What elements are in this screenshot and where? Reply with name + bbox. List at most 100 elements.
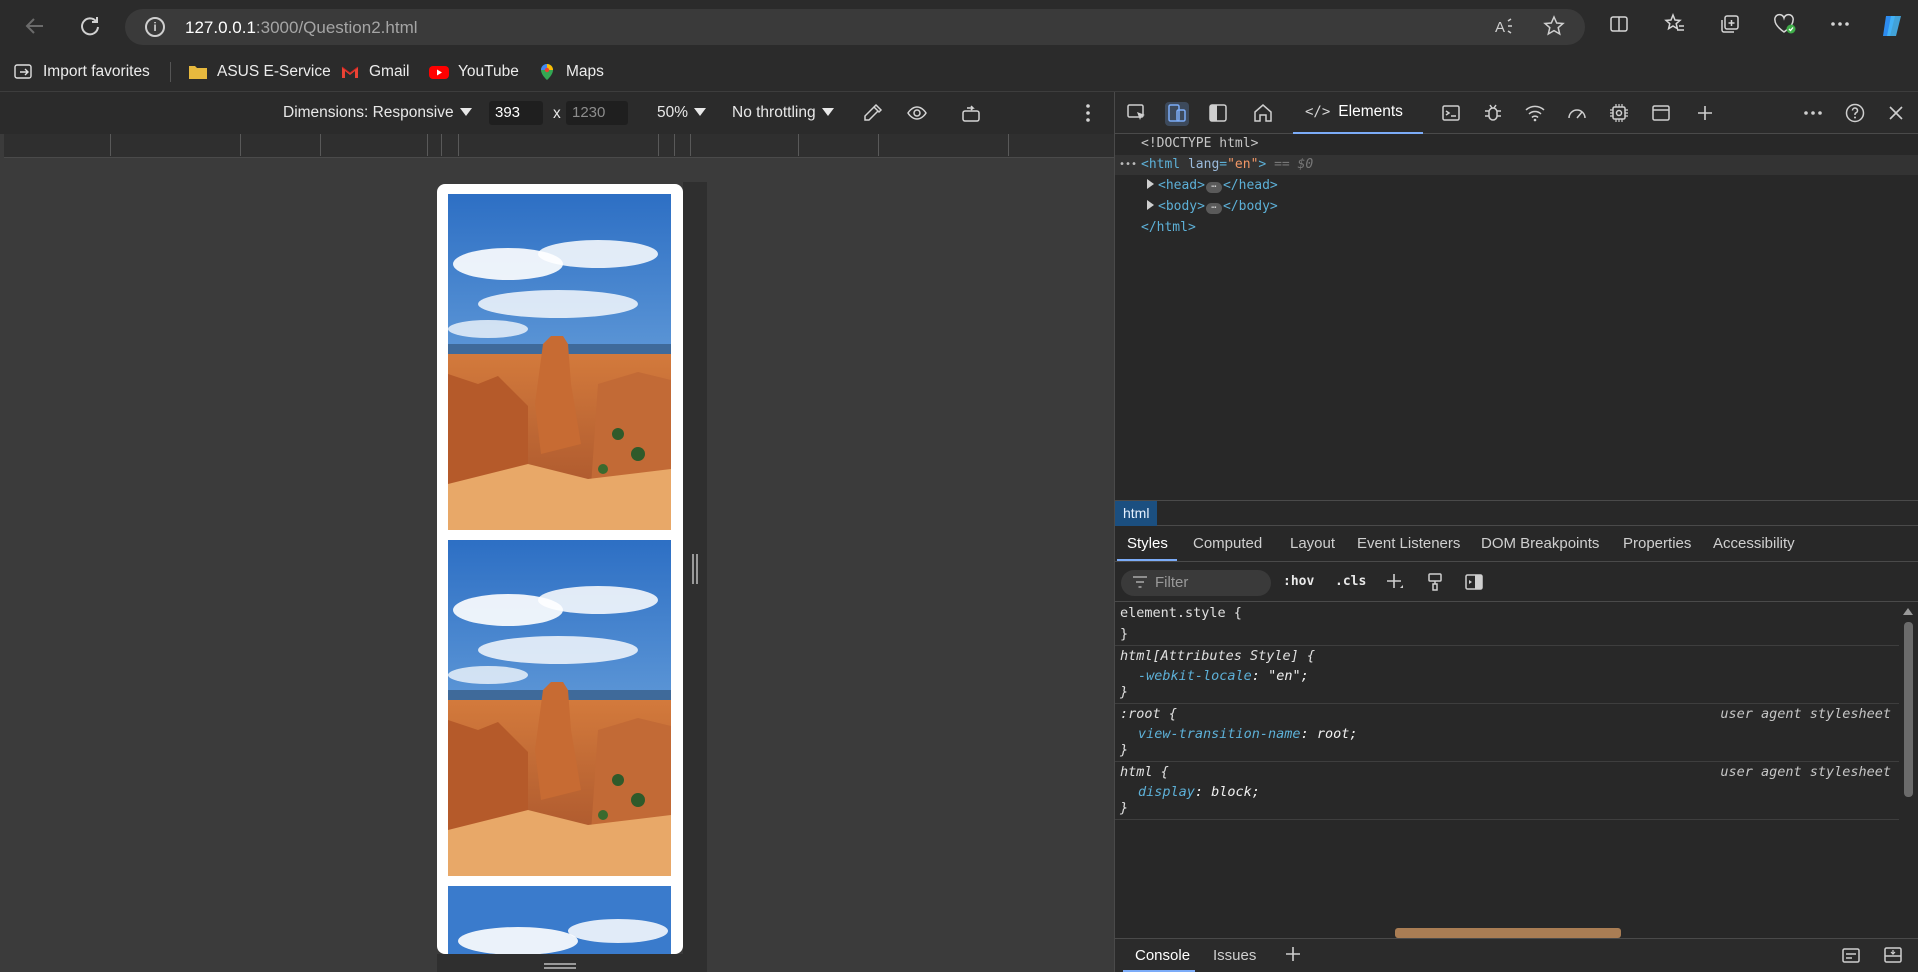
styles-scrollbar[interactable] [1901, 604, 1915, 954]
address-bar[interactable]: i 127.0.0.1:3000/Question2.html A [125, 9, 1585, 45]
memory-chip-icon[interactable] [1607, 102, 1631, 126]
hover-state-toggle[interactable]: :hov [1283, 574, 1314, 589]
tab-styles[interactable]: Styles [1127, 535, 1168, 552]
device-preview[interactable] [437, 184, 683, 954]
console-icon[interactable] [1439, 102, 1463, 126]
dock-drawer-icon[interactable] [1881, 944, 1905, 968]
height-input[interactable]: 1230 [566, 101, 628, 125]
media-query-tick[interactable] [674, 134, 675, 156]
add-drawer-tab-plus-icon[interactable] [1281, 944, 1305, 968]
quick-view-icon[interactable] [1839, 944, 1863, 968]
welcome-home-icon[interactable] [1251, 102, 1275, 126]
media-query-tick[interactable] [458, 134, 459, 156]
split-screen-icon[interactable] [1606, 13, 1632, 39]
media-query-tick[interactable] [1008, 134, 1009, 156]
favorite-import-favorites[interactable]: Import favorites [14, 60, 150, 84]
favorite-maps[interactable]: Maps [537, 60, 604, 84]
url-text[interactable]: 127.0.0.1:3000/Question2.html [185, 18, 418, 38]
inspect-element-icon[interactable] [1125, 102, 1149, 126]
expand-triangle-icon[interactable] [1147, 179, 1154, 189]
sources-bug-icon[interactable] [1481, 102, 1505, 126]
dom-node-doctype[interactable]: <!DOCTYPE html> [1115, 134, 1918, 154]
favorites-icon[interactable] [1662, 12, 1688, 39]
more-menu-icon[interactable] [1827, 13, 1853, 39]
device-emulation-icon[interactable] [1165, 102, 1189, 126]
eyedropper-icon[interactable] [862, 102, 884, 124]
media-query-tick[interactable] [658, 134, 659, 156]
width-input[interactable]: 393 [489, 101, 543, 125]
class-toggle[interactable]: .cls [1335, 574, 1366, 589]
style-rule[interactable]: html { user agent stylesheet display: bl… [1115, 762, 1899, 820]
zoom-dropdown[interactable]: 50% [657, 104, 707, 122]
device-toolbar-more-icon[interactable] [1077, 102, 1099, 124]
throttling-dropdown[interactable]: No throttling [732, 104, 834, 122]
close-icon[interactable] [1884, 102, 1908, 126]
dom-node-html-close[interactable]: </html> [1115, 218, 1918, 238]
media-query-tick[interactable] [878, 134, 879, 156]
favorite-gmail[interactable]: Gmail [340, 60, 409, 84]
network-wifi-icon[interactable] [1523, 102, 1547, 126]
body-open-tag: <body> [1158, 199, 1205, 214]
new-style-rule-icon[interactable] [1383, 571, 1405, 593]
dimensions-dropdown[interactable]: Dimensions: Responsive [283, 104, 472, 122]
node-actions-dots[interactable]: ••• [1119, 155, 1137, 175]
performance-gauge-icon[interactable] [1565, 102, 1589, 126]
tab-accessibility[interactable]: Accessibility [1713, 535, 1795, 552]
media-query-tick[interactable] [240, 134, 241, 156]
favorite-youtube[interactable]: YouTube [429, 60, 519, 84]
tab-properties[interactable]: Properties [1623, 535, 1691, 552]
help-icon[interactable] [1843, 102, 1867, 126]
media-query-tick[interactable] [441, 134, 442, 156]
devtools-more-icon[interactable] [1801, 102, 1825, 126]
paint-brush-icon[interactable] [1424, 571, 1446, 593]
read-aloud-icon[interactable]: A [1492, 15, 1516, 39]
vision-deficiency-eye-icon[interactable] [906, 102, 928, 124]
collections-icon[interactable] [1717, 13, 1743, 39]
media-query-tick[interactable] [690, 134, 691, 156]
media-query-tick[interactable] [798, 134, 799, 156]
dom-node-html[interactable]: ••• <html lang="en"> == $0 [1115, 155, 1918, 175]
media-query-tick[interactable] [110, 134, 111, 156]
scroll-up-icon[interactable] [1903, 608, 1913, 615]
scroll-thumb[interactable] [1904, 622, 1913, 797]
browser-essentials-icon[interactable] [1772, 13, 1798, 39]
refresh-icon[interactable] [75, 11, 105, 41]
drawer-resize-marker[interactable] [1395, 928, 1621, 938]
copilot-icon[interactable] [1880, 13, 1906, 39]
style-rule[interactable]: html[Attributes Style] { -webkit-locale:… [1115, 646, 1899, 704]
tab-issues[interactable]: Issues [1213, 947, 1256, 964]
style-rule[interactable]: :root { user agent stylesheet view-trans… [1115, 704, 1899, 762]
styles-filter-input[interactable]: Filter [1121, 570, 1271, 596]
rule-declaration[interactable]: view-transition-name: root; [1138, 724, 1357, 744]
dock-side-icon[interactable] [1206, 102, 1230, 126]
tab-layout[interactable]: Layout [1290, 535, 1335, 552]
add-panel-plus-icon[interactable] [1693, 102, 1717, 126]
tab-console[interactable]: Console [1135, 947, 1190, 964]
media-query-tick[interactable] [427, 134, 428, 156]
dom-node-body[interactable]: <body> ⋯ </body> [1115, 197, 1918, 217]
rule-declaration[interactable]: display: block; [1138, 782, 1260, 802]
attr-name: lang [1187, 157, 1220, 172]
tab-dom-breakpoints[interactable]: DOM Breakpoints [1481, 535, 1599, 552]
toggle-sidebar-icon[interactable] [1463, 571, 1485, 593]
tab-elements[interactable]: </> Elements [1293, 92, 1423, 134]
expand-triangle-icon[interactable] [1147, 200, 1154, 210]
breadcrumb-item-html[interactable]: html [1115, 501, 1158, 526]
application-window-icon[interactable] [1649, 102, 1673, 126]
rule-declaration[interactable]: -webkit-locale: "en"; [1138, 666, 1309, 686]
back-arrow-icon[interactable] [20, 11, 50, 41]
height-resize-handle[interactable] [544, 963, 576, 969]
width-resize-handle[interactable] [692, 554, 698, 584]
tab-computed[interactable]: Computed [1193, 535, 1262, 552]
favorite-star-icon[interactable] [1542, 15, 1566, 39]
tab-event-listeners[interactable]: Event Listeners [1357, 535, 1460, 552]
style-rule[interactable]: element.style { } [1115, 603, 1899, 646]
favorite-asus-e-service[interactable]: ASUS E-Service [188, 60, 331, 84]
site-info-icon[interactable]: i [145, 17, 165, 37]
media-query-tick[interactable] [320, 134, 321, 156]
collapsed-ellipsis-icon[interactable]: ⋯ [1205, 203, 1222, 214]
collapsed-ellipsis-icon[interactable]: ⋯ [1205, 182, 1222, 193]
media-query-bar[interactable] [4, 134, 1114, 158]
rotate-device-icon[interactable] [960, 102, 982, 124]
dom-node-head[interactable]: <head> ⋯ </head> [1115, 176, 1918, 196]
